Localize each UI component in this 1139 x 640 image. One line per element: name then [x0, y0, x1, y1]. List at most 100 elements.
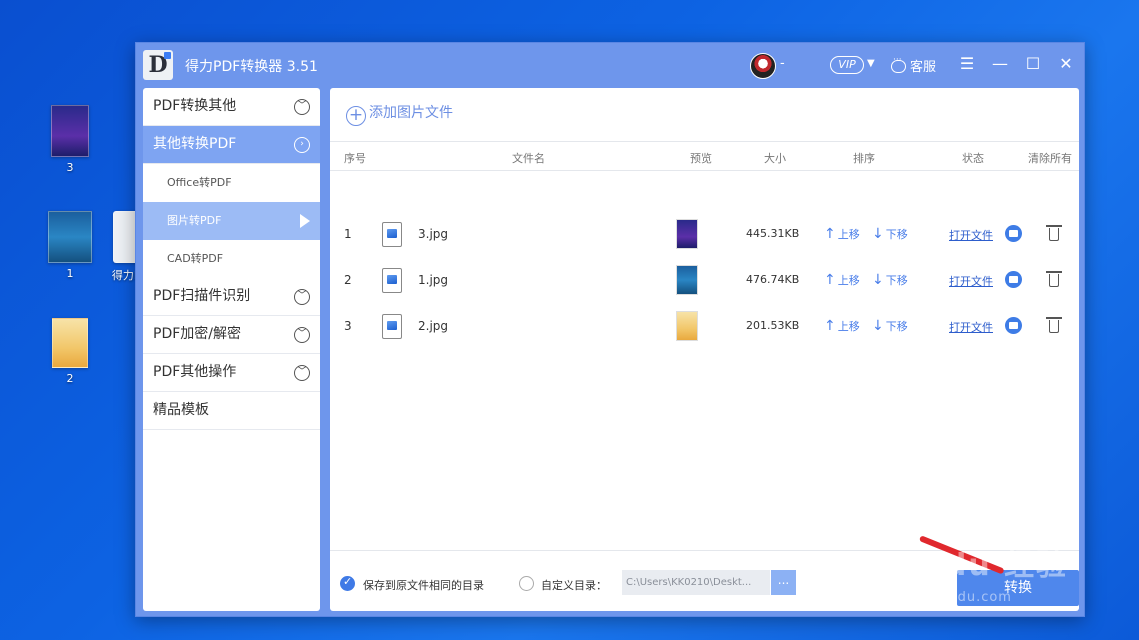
image-file-icon: [382, 222, 402, 247]
preview-thumbnail[interactable]: [676, 219, 698, 249]
output-path-input[interactable]: [622, 570, 770, 595]
move-up-button[interactable]: ↑ 上移: [824, 226, 860, 242]
move-up-button[interactable]: ↑ 上移: [824, 272, 860, 288]
arrow-down-icon: ↓: [872, 318, 884, 334]
sidebar-subitem-image[interactable]: 图片转PDF: [143, 202, 320, 240]
convert-button[interactable]: 转换: [957, 570, 1079, 606]
move-down-button[interactable]: ↓ 下移: [872, 318, 908, 334]
open-folder-icon[interactable]: [1005, 271, 1022, 288]
customer-service-button[interactable]: 客服: [891, 55, 936, 75]
trash-icon[interactable]: [1046, 224, 1062, 242]
desktop-icon-thumbnail: [51, 105, 89, 157]
sidebar-item-label: PDF其他操作: [153, 364, 237, 380]
move-down-button[interactable]: ↓ 下移: [872, 272, 908, 288]
open-file-link[interactable]: 打开文件: [949, 319, 993, 335]
row-index: 3: [344, 319, 352, 333]
sidebar-subitem-office[interactable]: Office转PDF: [143, 164, 320, 202]
col-filename: 文件名: [512, 152, 545, 165]
move-up-label: 上移: [837, 320, 860, 333]
table-header: 序号 文件名 预览 大小 排序 状态 清除所有: [330, 141, 1079, 171]
move-down-button[interactable]: ↓ 下移: [872, 226, 908, 242]
preview-thumbnail[interactable]: [676, 265, 698, 295]
minimize-icon[interactable]: —: [990, 54, 1010, 74]
arrow-up-icon: ↑: [824, 272, 836, 288]
desktop-icon-3[interactable]: 3: [40, 105, 100, 174]
sidebar-item-other-ops[interactable]: PDF其他操作 ﹀: [143, 354, 320, 392]
arrow-up-icon: ↑: [824, 226, 836, 242]
desktop-icon-label: 3: [66, 161, 74, 174]
save-same-dir-radio[interactable]: [340, 575, 355, 591]
chevron-right-icon: ›: [294, 137, 310, 153]
save-same-dir-label: 保存到原文件相同的目录: [363, 579, 484, 592]
move-down-label: 下移: [885, 274, 908, 287]
main-panel: + 添加图片文件 序号 文件名 预览 大小 排序 状态 清除所有 1 3.jpg …: [330, 88, 1079, 611]
col-size: 大小: [764, 152, 786, 165]
image-file-icon: [382, 314, 402, 339]
chat-bubble-icon: [891, 55, 906, 73]
app-logo-icon: D: [143, 50, 173, 80]
desktop-icon-thumbnail: [52, 318, 88, 368]
sidebar-subitem-cad[interactable]: CAD转PDF: [143, 240, 320, 278]
preview-thumbnail[interactable]: [676, 311, 698, 341]
open-file-link[interactable]: 打开文件: [949, 273, 993, 289]
move-up-label: 上移: [837, 274, 860, 287]
sidebar-item-label: PDF转换其他: [153, 98, 237, 114]
sidebar-item-label: PDF加密/解密: [153, 326, 241, 342]
arrow-up-icon: ↑: [824, 318, 836, 334]
chevron-down-icon: ﹀: [294, 327, 310, 343]
open-folder-icon[interactable]: [1005, 225, 1022, 242]
desktop-icon-2[interactable]: 2: [40, 318, 100, 385]
play-arrow-icon: [300, 214, 310, 228]
sidebar-item-other-to-pdf[interactable]: 其他转换PDF ›: [143, 126, 320, 164]
caret-down-icon[interactable]: ▼: [867, 58, 875, 69]
vip-badge[interactable]: VIP: [830, 56, 864, 74]
desktop-icon-label: 1: [66, 267, 74, 280]
col-preview: 预览: [690, 152, 712, 165]
close-icon[interactable]: ✕: [1056, 54, 1076, 74]
arrow-down-icon: ↓: [872, 226, 884, 242]
maximize-icon[interactable]: ☐: [1023, 54, 1043, 74]
desktop-icon-label: 2: [66, 372, 74, 385]
move-down-label: 下移: [885, 228, 908, 241]
sidebar-item-pdf-to-other[interactable]: PDF转换其他 ﹀: [143, 88, 320, 126]
trash-icon[interactable]: [1046, 316, 1062, 334]
custom-dir-radio[interactable]: [519, 576, 534, 591]
table-row: 3 2.jpg 201.53KB ↑ 上移 ↓ 下移 打开文件: [330, 304, 1079, 350]
table-row: 1 3.jpg 445.31KB ↑ 上移 ↓ 下移 打开文件: [330, 212, 1079, 258]
move-up-button[interactable]: ↑ 上移: [824, 318, 860, 334]
chevron-down-icon: ﹀: [294, 365, 310, 381]
menu-icon[interactable]: ☰: [957, 54, 977, 74]
trash-icon[interactable]: [1046, 270, 1062, 288]
sidebar-item-templates[interactable]: 精品模板: [143, 392, 320, 430]
sidebar-item-label: 其他转换PDF: [153, 136, 237, 152]
sidebar-item-label: 精品模板: [153, 402, 209, 418]
move-down-label: 下移: [885, 320, 908, 333]
clear-all-button[interactable]: 清除所有: [1028, 150, 1072, 166]
image-file-icon: [382, 268, 402, 293]
sidebar-item-label: PDF扫描件识别: [153, 288, 251, 304]
row-size: 445.31KB: [746, 227, 800, 240]
user-avatar[interactable]: [750, 53, 776, 79]
col-index: 序号: [344, 152, 366, 165]
browse-button[interactable]: ...: [771, 570, 796, 595]
sidebar-item-scan[interactable]: PDF扫描件识别 ﹀: [143, 278, 320, 316]
add-image-button[interactable]: + 添加图片文件: [346, 102, 453, 126]
col-sort: 排序: [853, 152, 875, 165]
open-file-link[interactable]: 打开文件: [949, 227, 993, 243]
table-row: 2 1.jpg 476.74KB ↑ 上移 ↓ 下移 打开文件: [330, 258, 1079, 304]
move-up-label: 上移: [837, 228, 860, 241]
row-size: 476.74KB: [746, 273, 800, 286]
add-image-label: 添加图片文件: [369, 105, 453, 121]
user-name: -: [780, 56, 785, 71]
row-size: 201.53KB: [746, 319, 800, 332]
row-filename: 1.jpg: [418, 273, 449, 287]
desktop-icon-1[interactable]: 1: [40, 211, 100, 280]
app-window: D 得力PDF转换器 3.51 - VIP ▼ 客服 ☰ — ☐ ✕ PDF转换…: [135, 42, 1085, 617]
sidebar-subitem-label: 图片转PDF: [167, 214, 222, 227]
sidebar-item-encrypt[interactable]: PDF加密/解密 ﹀: [143, 316, 320, 354]
open-folder-icon[interactable]: [1005, 317, 1022, 334]
row-filename: 2.jpg: [418, 319, 449, 333]
row-filename: 3.jpg: [418, 227, 449, 241]
title-bar: D 得力PDF转换器 3.51 - VIP ▼ 客服 ☰ — ☐ ✕: [136, 43, 1084, 87]
row-index: 2: [344, 273, 352, 287]
